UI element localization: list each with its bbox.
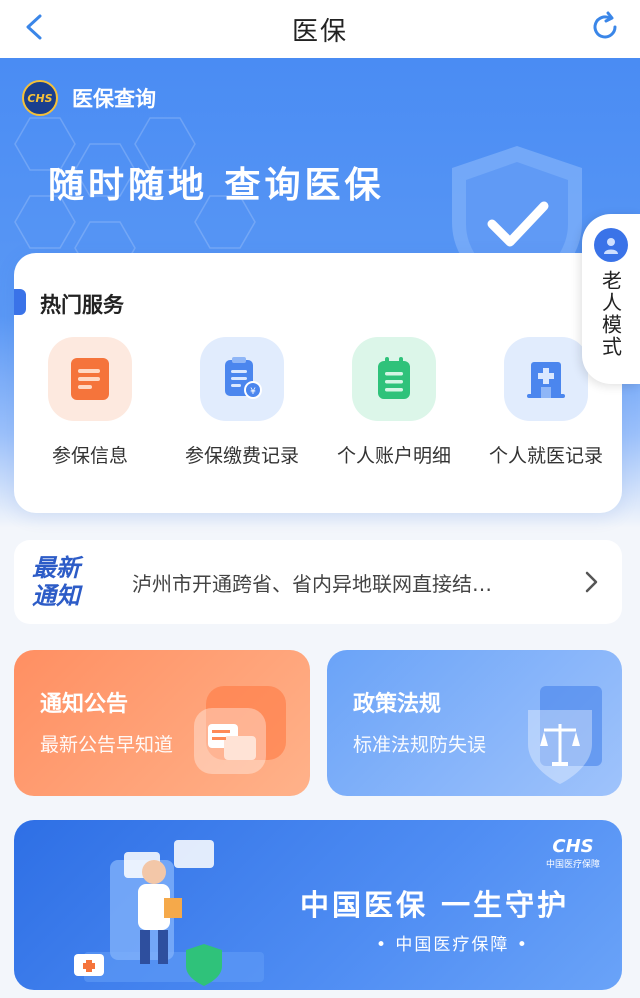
refresh-icon[interactable] xyxy=(588,10,622,44)
notice-card-subtitle: 最新公告早知道 xyxy=(40,734,174,756)
banner-subtitle: • 中国医疗保障 • xyxy=(376,935,529,955)
service-payment-record[interactable]: ¥ 参保缴费记录 xyxy=(166,337,318,468)
service-label: 个人就医记录 xyxy=(488,445,603,467)
latest-notice-text: 泸州市开通跨省、省内异地联网直接结… xyxy=(132,571,492,596)
scales-icon xyxy=(528,686,602,784)
doctor-illustration xyxy=(74,840,264,986)
elder-mode-label: 老人模式 xyxy=(598,270,623,358)
hot-services-panel: 热门服务 参保信息 ¥ 参保缴费记录 个人账户明细 个人就医记录 xyxy=(14,253,622,513)
notice-card-title: 通知公告 xyxy=(40,692,129,717)
chs-banner-logo: CHS 中国医疗保障 xyxy=(546,836,600,870)
latest-notice-bar[interactable]: 最新 通知 泸州市开通跨省、省内异地联网直接结… xyxy=(14,540,622,624)
promo-banner[interactable]: CHS 中国医疗保障 中国医保 一生守护 • 中国医疗保障 • xyxy=(14,820,622,990)
service-label: 参保缴费记录 xyxy=(184,445,299,467)
brand-header: CHS 医保查询 xyxy=(22,80,156,116)
chs-mark: CHS xyxy=(552,836,594,857)
hospital-icon xyxy=(504,337,588,421)
policy-card[interactable]: 政策法规 标准法规防失误 xyxy=(327,650,622,796)
hero-slogan: 随时随地 查询医保 xyxy=(48,165,385,206)
chs-logo: CHS xyxy=(22,80,58,116)
svg-text:¥: ¥ xyxy=(250,387,256,397)
elder-mode-button[interactable]: 老人模式 xyxy=(582,214,640,384)
banner-slogan: 中国医保 一生守护 xyxy=(300,888,570,922)
service-label: 个人账户明细 xyxy=(336,445,451,467)
message-icon xyxy=(194,686,286,774)
service-list: 参保信息 ¥ 参保缴费记录 个人账户明细 个人就医记录 xyxy=(14,337,622,468)
policy-card-title: 政策法规 xyxy=(353,692,442,717)
back-arrow-icon[interactable] xyxy=(18,10,52,44)
service-insurance-info[interactable]: 参保信息 xyxy=(14,337,166,468)
clipboard-icon xyxy=(352,337,436,421)
notice-card[interactable]: 通知公告 最新公告早知道 xyxy=(14,650,310,796)
policy-card-subtitle: 标准法规防失误 xyxy=(353,734,487,756)
latest-notice-tag: 最新 通知 xyxy=(32,554,132,610)
payment-record-icon: ¥ xyxy=(200,337,284,421)
chevron-right-icon xyxy=(585,571,598,593)
service-label: 参保信息 xyxy=(51,445,128,467)
tag-line: 通知 xyxy=(32,582,80,610)
hot-services-heading: 热门服务 xyxy=(40,293,124,317)
service-account-detail[interactable]: 个人账户明细 xyxy=(318,337,470,468)
brand-name: 医保查询 xyxy=(72,87,156,111)
top-nav-bar: 医保 xyxy=(0,0,640,58)
document-icon xyxy=(48,337,132,421)
page-title: 医保 xyxy=(291,16,348,47)
chs-cn-name: 中国医疗保障 xyxy=(545,860,600,870)
person-icon xyxy=(594,228,628,262)
tag-line: 最新 xyxy=(32,554,80,582)
section-marker xyxy=(14,289,26,315)
